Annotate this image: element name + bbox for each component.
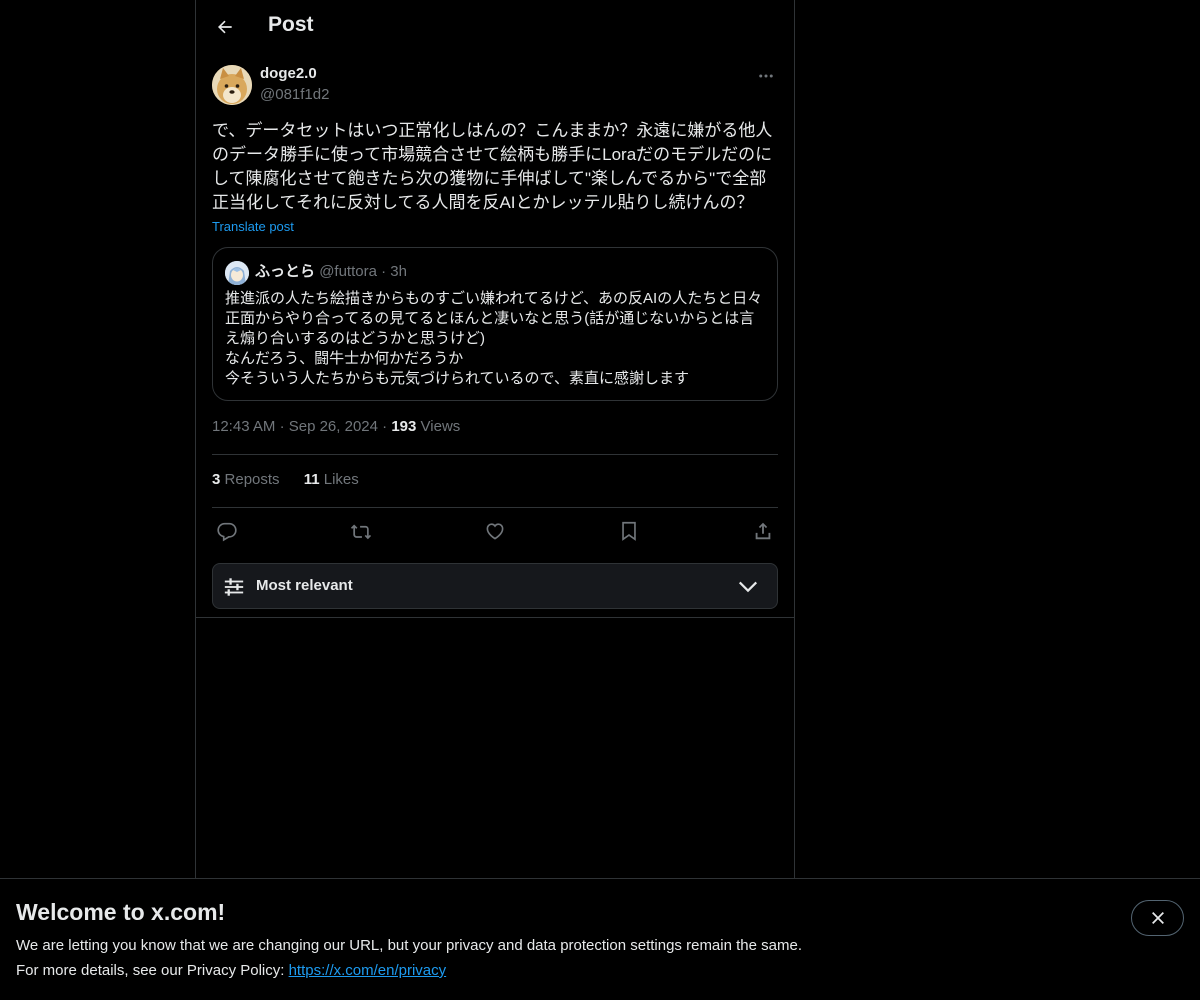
like-button[interactable] [480,516,510,546]
quote-separator: · [381,263,387,280]
quote-meta: ふっとら @futtora · 3h [255,262,407,282]
reply-icon [217,522,237,542]
post-time[interactable]: 12:43 AM [212,418,275,435]
reposts-label: Reposts [224,471,280,488]
repost-icon [350,524,372,540]
sort-label: Most relevant [256,577,353,594]
quote-timestamp: 3h [390,263,407,280]
divider [212,507,778,508]
meta-separator: · [382,418,388,435]
post-date[interactable]: Sep 26, 2024 [289,418,378,435]
likes-stat[interactable]: 11 Likes [304,471,359,488]
likes-label: Likes [323,471,359,488]
doge-avatar-icon [212,65,252,105]
arrow-left-icon [218,20,232,34]
banner-privacy-line: For more details, see our Privacy Policy… [16,962,446,979]
quote-avatar [225,261,249,285]
likes-count: 11 [303,471,320,488]
meta-separator: · [279,418,285,435]
author-handle[interactable]: @081f1d2 [260,86,329,103]
action-bar [212,516,778,546]
more-dots-icon [759,74,773,78]
views-label: Views [420,418,461,435]
post-meta: 12:43 AM · Sep 26, 2024 · 193 Views [212,418,460,435]
post-column: Post doge2.0 @081f1d2 で、データセットはいつ正常化しはんの… [195,0,795,878]
repost-button[interactable] [346,516,376,546]
divider [212,454,778,455]
close-icon [1151,912,1164,924]
heart-icon [486,523,504,540]
sliders-icon [224,578,244,596]
author-avatar[interactable] [212,65,252,105]
page-title: Post [268,13,314,36]
post-text: で、データセットはいつ正常化しはんの？こんままか？永遠に嫌がる他人のデータ勝手に… [212,121,773,212]
welcome-banner: Welcome to x.com! We are letting you kno… [0,878,1200,1000]
quoted-post[interactable]: ふっとら @futtora · 3h 推進派の人たち絵描きからものすごい嫌われて… [212,247,778,401]
privacy-policy-link[interactable]: https://x.com/en/privacy [289,962,447,979]
reply-button[interactable] [212,516,242,546]
anime-avatar-icon [225,261,249,285]
divider [196,617,794,618]
post-header: Post [196,0,794,53]
bookmark-icon [622,521,636,541]
banner-privacy-prefix: For more details, see our Privacy Policy… [16,962,289,979]
post-author: doge2.0 @081f1d2 [212,64,778,108]
reposts-stat[interactable]: 3 Reposts [212,471,284,488]
quote-text: 推進派の人たち絵描きからものすごい嫌われてるけど、あの反AIの人たちと日々正面か… [225,290,763,387]
banner-message: We are letting you know that we are chan… [16,937,802,954]
share-button[interactable] [748,516,778,546]
reposts-count: 3 [212,471,221,488]
post-stats: 3 Reposts 11 Likes [212,471,379,488]
back-button[interactable] [208,10,242,44]
quote-author-name: ふっとら [255,263,316,280]
more-options-button[interactable] [754,64,778,88]
chevron-down-icon [738,581,758,593]
close-banner-button[interactable] [1131,900,1184,936]
translate-post-link[interactable]: Translate post [212,219,294,234]
bookmark-button[interactable] [614,516,644,546]
author-name[interactable]: doge2.0 [260,65,317,82]
views-count: 193 [391,418,417,435]
share-icon [755,522,771,540]
quote-author-handle: @futtora [319,263,377,280]
sort-replies-dropdown[interactable]: Most relevant [212,563,778,609]
banner-title: Welcome to x.com! [16,899,226,925]
